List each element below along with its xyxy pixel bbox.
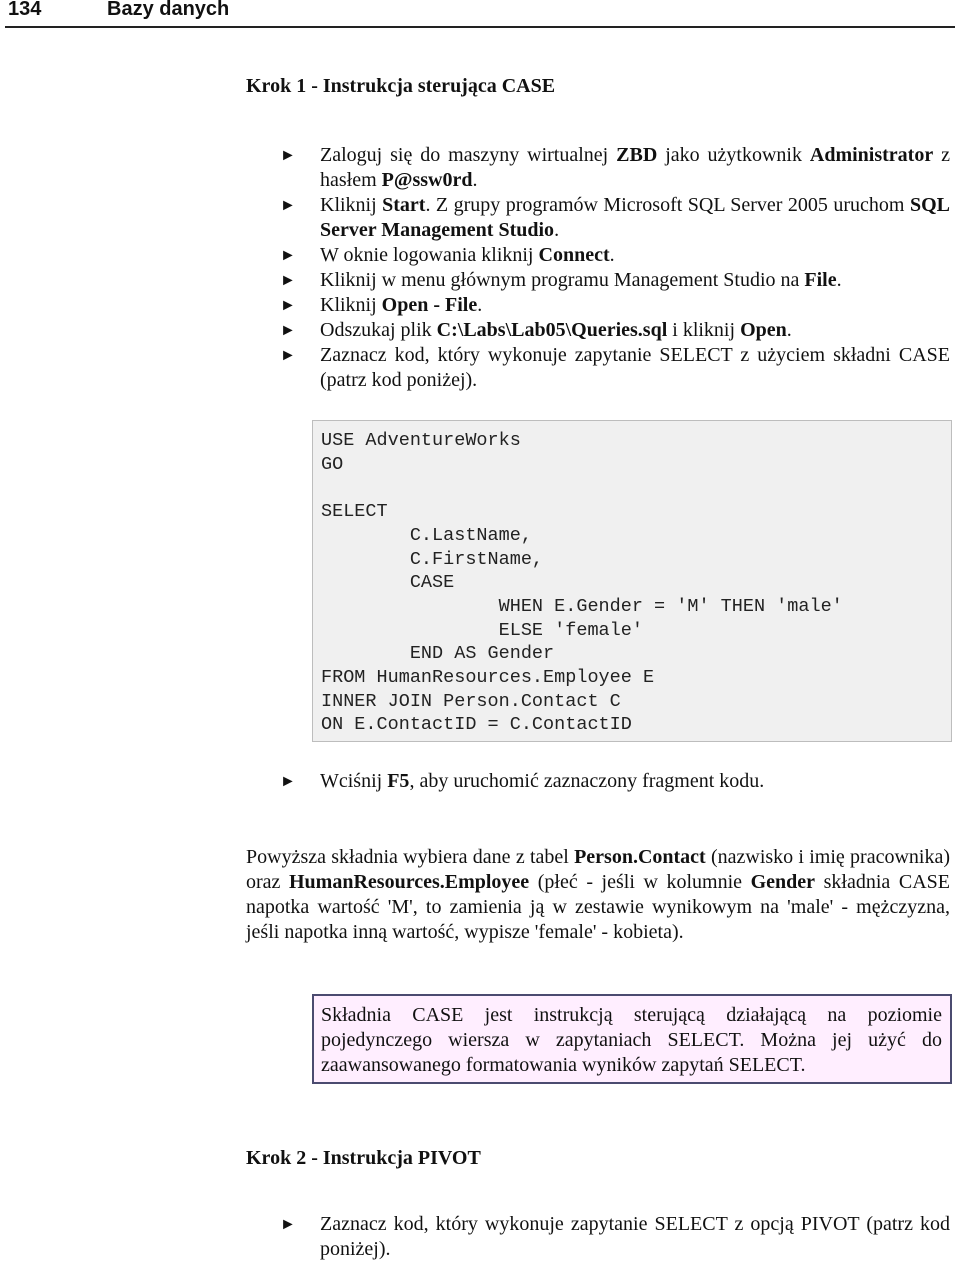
- bold-term: Person.Contact: [574, 846, 706, 868]
- note-box: Składnia CASE jest instrukcją sterującą …: [312, 994, 952, 1084]
- text-run: .: [472, 169, 478, 191]
- text-run: Zaznacz kod, który wykonuje zapytanie SE…: [320, 344, 950, 391]
- text-run: .: [609, 244, 615, 266]
- bold-term: HumanResources.Employee: [289, 871, 530, 893]
- text-run: . Z grupy programów Microsoft SQL Server…: [425, 194, 910, 216]
- bullet-arrow-icon: ►: [280, 773, 296, 790]
- run-bullet-list: ► Wciśnij F5, aby uruchomić zaznaczony fr…: [280, 769, 950, 794]
- page-header: 134 Bazy danych: [5, 0, 955, 28]
- list-item: ► Zaznacz kod, który wykonuje zapytanie S…: [280, 343, 950, 393]
- code-text: USE AdventureWorks GO SELECT C.LastName,…: [321, 430, 843, 736]
- text-run: .: [836, 269, 842, 291]
- bold-term: Gender: [750, 871, 816, 893]
- bold-term: Administrator: [809, 144, 934, 166]
- text-run: Kliknij: [320, 194, 383, 216]
- bold-term: P@ssw0rd: [381, 169, 473, 191]
- text-run: Kliknij: [320, 294, 382, 316]
- step2-heading: Krok 2 - Instrukcja PIVOT: [246, 1147, 481, 1169]
- list-item: ► Kliknij w menu głównym programu Managem…: [280, 268, 950, 293]
- bullet-arrow-icon: ►: [280, 247, 296, 264]
- bullet-arrow-icon: ►: [280, 297, 296, 314]
- list-item: ► Kliknij Open - File.: [280, 293, 950, 318]
- bullet-arrow-icon: ►: [280, 272, 296, 289]
- bold-term: F5: [387, 770, 410, 792]
- explanation-paragraph: Powyższa składnia wybiera dane z tabel P…: [246, 845, 950, 945]
- chapter-title: Bazy danych: [107, 0, 230, 20]
- code-block: USE AdventureWorks GO SELECT C.LastName,…: [312, 420, 952, 742]
- bullet-arrow-icon: ►: [280, 197, 296, 214]
- list-item: ► Kliknij Start. Z grupy programów Micros…: [280, 193, 950, 243]
- bullet-arrow-icon: ►: [280, 322, 296, 339]
- bold-term: Connect: [538, 244, 610, 266]
- list-item: ► Wciśnij F5, aby uruchomić zaznaczony fr…: [280, 769, 950, 794]
- bold-term: Start: [382, 194, 426, 216]
- page-number: 134: [8, 0, 42, 20]
- text-run: W oknie logowania kliknij: [320, 244, 539, 266]
- text-run: .: [477, 294, 483, 316]
- bullet-arrow-icon: ►: [280, 147, 296, 164]
- list-item: ► Odszukaj plik C:\Labs\Lab05\Queries.sql…: [280, 318, 950, 343]
- bold-term: C:\Labs\Lab05\Queries.sql: [436, 319, 668, 341]
- bold-term: Open - File: [381, 294, 478, 316]
- text-run: Kliknij w menu głównym programu Manageme…: [320, 269, 805, 291]
- bold-term: File: [804, 269, 837, 291]
- text-run: i kliknij: [667, 319, 741, 341]
- step1-bullet-list: ► Zaloguj się do maszyny wirtualnej ZBD j…: [280, 143, 950, 393]
- bold-term: Open: [740, 319, 787, 341]
- text-run: , aby uruchomić zaznaczony fragment kodu…: [409, 770, 765, 792]
- text-run: Zaznacz kod, który wykonuje zapytanie SE…: [320, 1213, 950, 1260]
- text-run: .: [554, 219, 560, 241]
- list-item: ► W oknie logowania kliknij Connect.: [280, 243, 950, 268]
- text-run: (płeć - jeśli w kolumnie: [529, 871, 751, 893]
- note-text: Składnia CASE jest instrukcją sterującą …: [321, 1004, 942, 1076]
- bold-term: ZBD: [616, 144, 658, 166]
- bullet-arrow-icon: ►: [280, 1216, 296, 1233]
- text-run: jako użytkownik: [657, 144, 810, 166]
- bullet-arrow-icon: ►: [280, 347, 296, 364]
- text-run: Wciśnij: [320, 770, 388, 792]
- text-run: Zaloguj się do maszyny wirtualnej: [320, 144, 617, 166]
- text-run: .: [786, 319, 792, 341]
- step1-heading: Krok 1 - Instrukcja sterująca CASE: [246, 75, 556, 97]
- list-item: ► Zaloguj się do maszyny wirtualnej ZBD j…: [280, 143, 950, 193]
- text-run: Powyższa składnia wybiera dane z tabel: [246, 846, 575, 868]
- step2-bullet-list: ► Zaznacz kod, który wykonuje zapytanie S…: [280, 1212, 950, 1262]
- list-item: ► Zaznacz kod, który wykonuje zapytanie S…: [280, 1212, 950, 1262]
- text-run: Odszukaj plik: [320, 319, 437, 341]
